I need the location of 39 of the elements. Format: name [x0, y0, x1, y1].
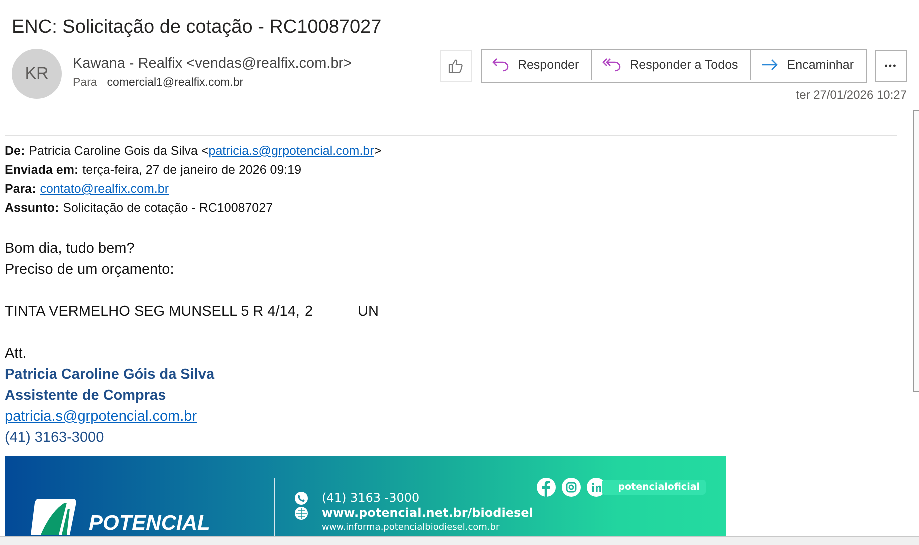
forward-icon: [761, 59, 780, 71]
sender-name: Kawana - Realfix <vendas@realfix.com.br>: [73, 56, 354, 72]
logo-icon: [31, 499, 77, 535]
item-description: TINTA VERMELHO SEG MUNSELL 5 R 4/14,: [5, 303, 301, 322]
received-date: ter 27/01/2026 10:27: [796, 88, 907, 102]
email-link[interactable]: contato@realfix.com.br: [40, 182, 169, 196]
header-field: De: Patricia Caroline Gois da Silva <patricia.s@grpotencial.com.br>: [5, 142, 382, 161]
more-button[interactable]: •••: [875, 50, 907, 82]
signature-name: Patricia Caroline Góis da Silva: [5, 366, 215, 385]
scrollbar[interactable]: [913, 110, 919, 392]
to-label: Para: [73, 77, 98, 89]
brand-name: POTENCIAL: [89, 513, 210, 535]
reply-all-icon: [602, 58, 622, 72]
social-handle: potencialoficial: [602, 480, 706, 495]
recipient-address: comercial1@realfix.com.br: [107, 77, 244, 89]
body-text: Bom dia, tudo bem?: [5, 240, 135, 259]
closing-text: Att.: [5, 345, 27, 364]
header-field: Para: contato@realfix.com.br: [5, 180, 169, 199]
banner-website: www.potencial.net.br/biodiesel: [322, 506, 534, 520]
banner-phone: (41) 3163 -3000: [322, 491, 420, 505]
email-link[interactable]: patricia.s@grpotencial.com.br: [5, 409, 198, 425]
facebook-icon: [537, 478, 556, 497]
item-quantity: 2: [305, 303, 314, 322]
phone-icon: [295, 492, 308, 504]
email-subject: ENC: Solicitação de cotação - RC10087027: [11, 16, 383, 40]
header-field: Enviada em: terça-feira, 27 de janeiro de 2026 09:19: [5, 161, 302, 180]
instagram-icon: [562, 478, 582, 497]
globe-icon: [295, 506, 308, 520]
item-unit: UN: [358, 303, 379, 322]
banner-website: www.informa.potencialbiodiesel.com.br: [322, 522, 500, 534]
signature-role: Assistente de Compras: [5, 387, 166, 406]
header-field: Assunto: Solicitação de cotação - RC10087027: [5, 199, 274, 218]
signature-phone: (41) 3163-3000: [5, 429, 104, 448]
body-text: Preciso de um orçamento:: [5, 261, 174, 280]
avatar: KR: [12, 49, 62, 99]
like-button[interactable]: [440, 50, 472, 82]
email-link[interactable]: patricia.s@grpotencial.com.br: [208, 144, 374, 158]
thumbs-up-icon: [448, 58, 464, 74]
reply-icon: [492, 58, 510, 72]
